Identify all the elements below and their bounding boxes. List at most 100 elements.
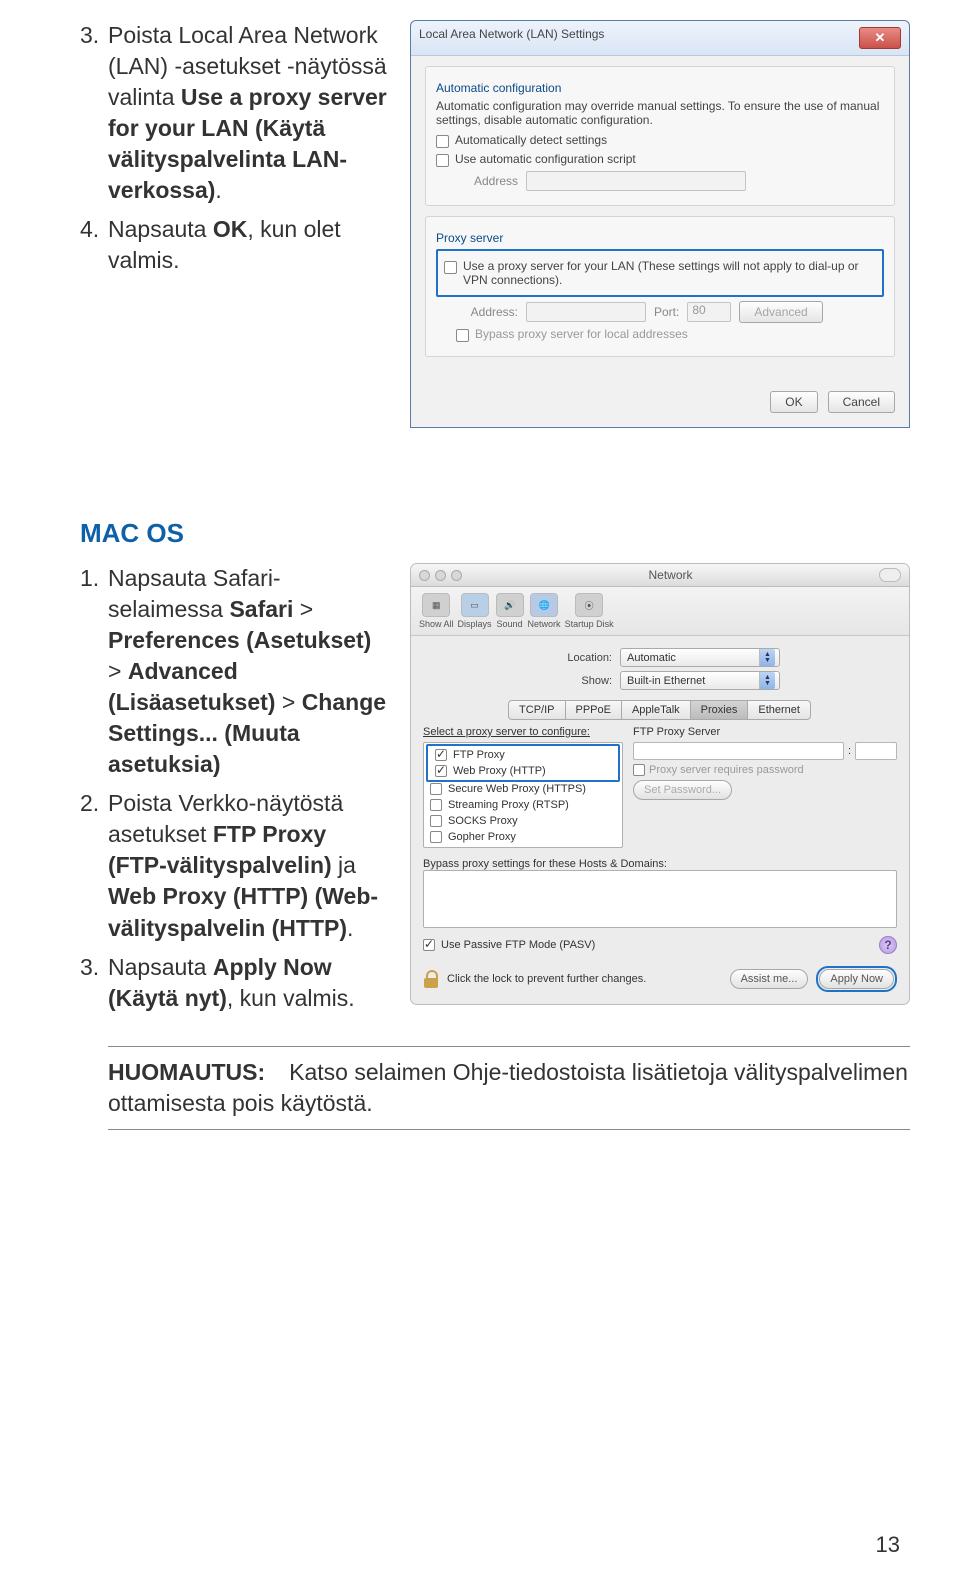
auto-script-checkbox[interactable]: Use automatic configuration script — [436, 152, 884, 167]
lock-icon[interactable] — [423, 970, 439, 988]
location-label: Location: — [540, 652, 612, 664]
checkbox-icon — [456, 329, 469, 342]
tab-ethernet[interactable]: Ethernet — [747, 700, 811, 720]
port-label: Port: — [654, 305, 679, 319]
list-body: Napsauta OK, kun olet valmis. — [108, 214, 390, 276]
network-icon: 🌐 — [530, 593, 558, 617]
assist-button[interactable]: Assist me... — [730, 969, 809, 989]
tab-tcpip[interactable]: TCP/IP — [508, 700, 565, 720]
lock-hint: Click the lock to prevent further change… — [447, 973, 722, 985]
list-num: 3. — [80, 952, 108, 1014]
close-button[interactable]: ✕ — [859, 27, 901, 49]
proxy-streaming[interactable]: Streaming Proxy (RTSP) — [424, 797, 622, 813]
toolbar-toggle-icon[interactable] — [879, 568, 901, 582]
proxy-socks[interactable]: SOCKS Proxy — [424, 813, 622, 829]
window-title: Network — [648, 568, 692, 582]
checkbox-icon — [430, 815, 442, 827]
bypass-label: Bypass proxy settings for these Hosts & … — [423, 858, 897, 870]
group-description: Automatic configuration may override man… — [436, 99, 884, 127]
ftp-proxy-port-input[interactable] — [855, 742, 897, 760]
arrows-icon: ▲▼ — [759, 672, 775, 689]
highlighted-proxy-option: Use a proxy server for your LAN (These s… — [436, 249, 884, 297]
use-proxy-checkbox[interactable]: Use a proxy server for your LAN (These s… — [444, 259, 876, 287]
requires-password-checkbox[interactable]: Proxy server requires password — [633, 764, 897, 776]
script-address-input[interactable] — [526, 171, 746, 191]
select-proxy-label: Select a proxy server to configure: — [423, 726, 623, 738]
zoom-icon — [451, 570, 462, 581]
bypass-hosts-textarea[interactable] — [423, 870, 897, 928]
list-body: Napsauta Safari-selaimessa Safari > Pref… — [108, 563, 390, 780]
checkbox-icon — [633, 764, 645, 776]
windows-lan-settings-dialog: Local Area Network (LAN) Settings ✕ Auto… — [410, 20, 910, 428]
list-num: 4. — [80, 214, 108, 276]
list-body: Napsauta Apply Now (Käytä nyt), kun valm… — [108, 952, 390, 1014]
group-title-proxy: Proxy server — [436, 231, 884, 245]
checkbox-icon — [430, 799, 442, 811]
list-body: Poista Verkko-näytöstä asetukset FTP Pro… — [108, 788, 390, 943]
checkbox-icon — [444, 261, 457, 274]
note-block: HUOMAUTUS:Katso selaimen Ohje-tiedostois… — [108, 1046, 910, 1130]
apply-now-button[interactable]: Apply Now — [819, 969, 894, 989]
list-body: Poista Local Area Network (LAN) -asetuks… — [108, 20, 390, 206]
tab-proxies[interactable]: Proxies — [690, 700, 749, 720]
toolbar-network[interactable]: 🌐Network — [528, 593, 561, 629]
proxy-gopher[interactable]: Gopher Proxy — [424, 829, 622, 845]
proxy-ftp[interactable]: FTP Proxy — [429, 747, 617, 763]
window-titlebar: Network — [411, 564, 909, 587]
arrows-icon: ▲▼ — [759, 649, 775, 666]
close-icon: ✕ — [875, 30, 886, 46]
advanced-button[interactable]: Advanced — [739, 301, 822, 323]
help-icon[interactable]: ? — [879, 936, 897, 954]
proxy-web[interactable]: Web Proxy (HTTP) — [429, 763, 617, 779]
proxy-address-label: Address: — [456, 305, 518, 319]
traffic-lights[interactable] — [419, 570, 462, 581]
display-icon: ▭ — [461, 593, 489, 617]
location-popup[interactable]: Automatic ▲▼ — [620, 648, 780, 667]
set-password-button[interactable]: Set Password... — [633, 780, 732, 800]
toolbar-displays[interactable]: ▭Displays — [458, 593, 492, 629]
page-number: 13 — [876, 1532, 900, 1558]
disk-icon: ⦿ — [575, 593, 603, 617]
grid-icon: ▦ — [422, 593, 450, 617]
toolbar-show-all[interactable]: ▦Show All — [419, 593, 454, 629]
bypass-local-checkbox[interactable]: Bypass proxy server for local addresses — [436, 327, 884, 342]
auto-detect-checkbox[interactable]: Automatically detect settings — [436, 133, 884, 148]
list-num: 2. — [80, 788, 108, 943]
port-input[interactable]: 80 — [687, 302, 731, 322]
tab-pppoe[interactable]: PPPoE — [565, 700, 622, 720]
list-num: 1. — [80, 563, 108, 780]
proxy-address-input[interactable] — [526, 302, 646, 322]
show-popup[interactable]: Built-in Ethernet ▲▼ — [620, 671, 780, 690]
ok-button[interactable]: OK — [770, 391, 817, 413]
highlighted-proxy-rows: FTP Proxy Web Proxy (HTTP) — [426, 744, 620, 782]
checkbox-icon — [430, 783, 442, 795]
pasv-checkbox[interactable]: Use Passive FTP Mode (PASV) — [441, 939, 595, 951]
address-label: Address — [456, 174, 518, 188]
checkbox-icon — [436, 154, 449, 167]
group-title-auto: Automatic configuration — [436, 81, 884, 95]
ftp-server-label: FTP Proxy Server — [633, 726, 897, 738]
preferences-toolbar: ▦Show All ▭Displays 🔊Sound 🌐Network ⦿Sta… — [411, 587, 909, 636]
show-label: Show: — [540, 675, 612, 687]
ftp-proxy-host-input[interactable] — [633, 742, 844, 760]
sound-icon: 🔊 — [496, 593, 524, 617]
window-title: Local Area Network (LAN) Settings — [419, 27, 604, 41]
checkbox-icon — [435, 765, 447, 777]
checkbox-icon — [423, 939, 435, 951]
tab-appletalk[interactable]: AppleTalk — [621, 700, 691, 720]
tab-bar: TCP/IP PPPoE AppleTalk Proxies Ethernet — [423, 700, 897, 720]
toolbar-sound[interactable]: 🔊Sound — [496, 593, 524, 629]
mac-os-heading: MAC OS — [80, 518, 910, 549]
proxy-list: FTP Proxy Web Proxy (HTTP) Secure Web Pr… — [423, 742, 623, 848]
cancel-button[interactable]: Cancel — [828, 391, 895, 413]
instructions-section-1: 3. Poista Local Area Network (LAN) -aset… — [80, 20, 390, 284]
minimize-icon — [435, 570, 446, 581]
checkbox-icon — [430, 831, 442, 843]
toolbar-startup-disk[interactable]: ⦿Startup Disk — [565, 593, 614, 629]
checkbox-icon — [436, 135, 449, 148]
window-titlebar: Local Area Network (LAN) Settings ✕ — [411, 21, 909, 56]
checkbox-icon — [435, 749, 447, 761]
list-num: 3. — [80, 20, 108, 206]
instructions-section-2: 1. Napsauta Safari-selaimessa Safari > P… — [80, 563, 390, 1022]
proxy-secure[interactable]: Secure Web Proxy (HTTPS) — [424, 781, 622, 797]
